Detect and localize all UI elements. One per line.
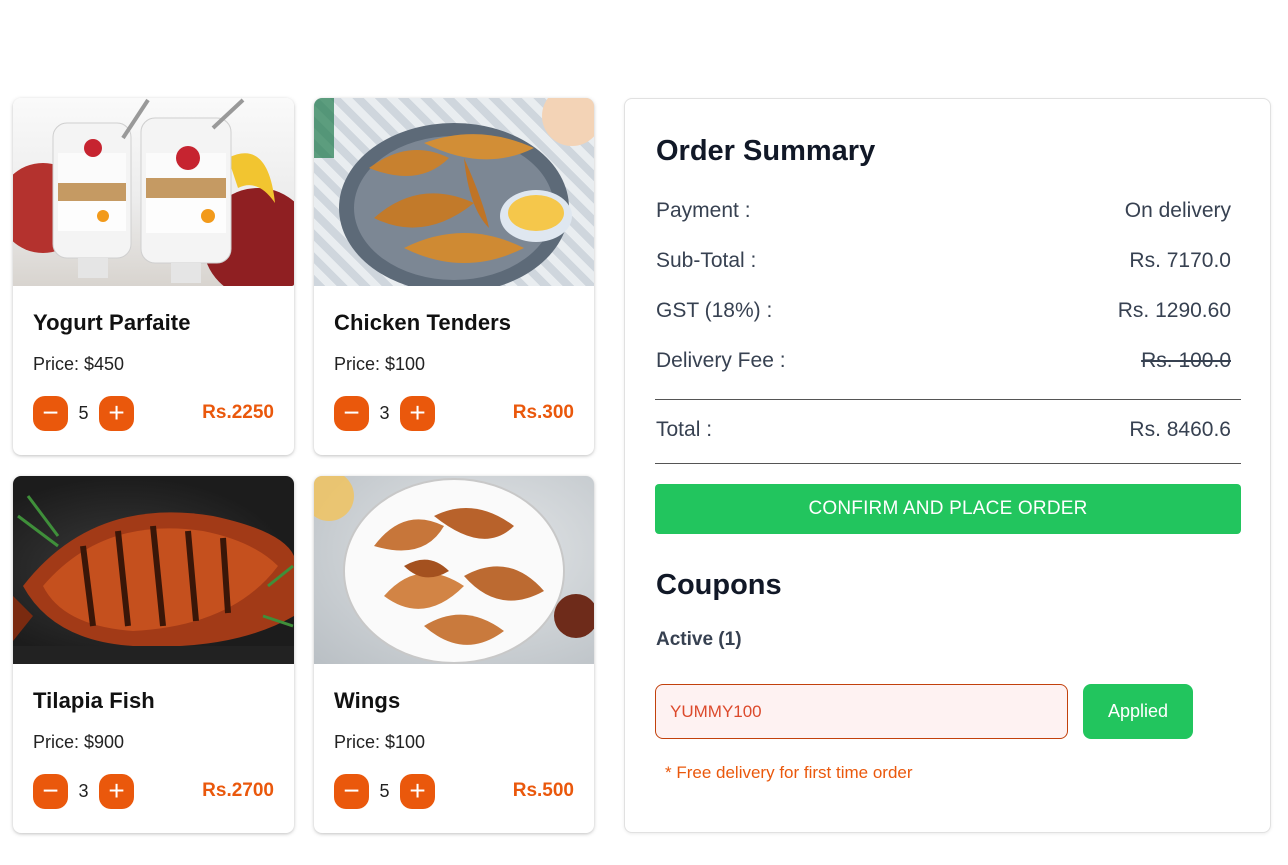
- increase-quantity-button[interactable]: +: [99, 773, 134, 809]
- gst-row: GST (18%) : Rs. 1290.60: [656, 299, 1231, 323]
- item-line-total: Rs.300: [512, 402, 574, 423]
- coupons-title: Coupons: [656, 569, 782, 601]
- quantity-stepper: − 3 + Rs.2700: [33, 773, 274, 809]
- cart-item-card: Tilapia Fish Price: $900 − 3 + Rs.2700: [13, 476, 294, 833]
- quantity-stepper: − 5 + Rs.2250: [33, 395, 274, 431]
- item-price: Price: $100: [334, 732, 426, 752]
- item-name: Wings: [334, 688, 401, 713]
- wings-image: [314, 476, 594, 664]
- increase-quantity-button[interactable]: +: [400, 773, 435, 809]
- increase-quantity-button[interactable]: +: [400, 395, 435, 431]
- quantity-value: 5: [379, 780, 390, 801]
- item-name: Tilapia Fish: [33, 688, 155, 713]
- apply-coupon-button[interactable]: Applied: [1083, 684, 1193, 739]
- quantity-value: 3: [379, 402, 390, 423]
- item-line-total: Rs.2700: [202, 780, 274, 801]
- cart-item-card: Wings Price: $100 − 5 + Rs.500: [314, 476, 594, 833]
- decrease-quantity-button[interactable]: −: [334, 395, 369, 431]
- yogurt-parfait-image: [13, 98, 294, 286]
- increase-quantity-button[interactable]: +: [99, 395, 134, 431]
- order-summary-panel: Order Summary Payment : On delivery Sub-…: [624, 98, 1271, 833]
- subtotal-value: Rs. 7170.0: [1129, 249, 1231, 272]
- decrease-quantity-button[interactable]: −: [33, 773, 68, 809]
- coupon-note: * Free delivery for first time order: [665, 763, 913, 782]
- divider: [655, 399, 1241, 400]
- tilapia-fish-image: [13, 476, 294, 664]
- active-coupons-label: Active (1): [656, 629, 742, 650]
- decrease-quantity-button[interactable]: −: [334, 773, 369, 809]
- coupon-code-input[interactable]: [655, 684, 1068, 739]
- item-name: Chicken Tenders: [334, 310, 512, 335]
- delivery-fee-label: Delivery Fee :: [656, 349, 786, 372]
- delivery-fee-row: Delivery Fee : Rs. 100.0: [656, 349, 1231, 373]
- chicken-tenders-image: [314, 98, 594, 286]
- order-summary-title: Order Summary: [656, 135, 876, 167]
- item-line-total: Rs.500: [512, 780, 574, 801]
- quantity-value: 5: [78, 402, 89, 423]
- gst-label: GST (18%) :: [656, 299, 773, 322]
- confirm-order-button[interactable]: CONFIRM AND PLACE ORDER: [655, 484, 1241, 534]
- cart-item-card: Chicken Tenders Price: $100 − 3 + Rs.300: [314, 98, 594, 455]
- subtotal-label: Sub-Total :: [656, 249, 757, 272]
- gst-value: Rs. 1290.60: [1117, 299, 1231, 322]
- subtotal-row: Sub-Total : Rs. 7170.0: [656, 249, 1231, 273]
- item-price: Price: $900: [33, 732, 125, 752]
- quantity-value: 3: [78, 780, 89, 801]
- item-name: Yogurt Parfaite: [33, 310, 191, 335]
- quantity-stepper: − 5 + Rs.500: [334, 773, 574, 809]
- total-value: Rs. 8460.6: [1129, 418, 1231, 441]
- payment-row: Payment : On delivery: [656, 199, 1231, 223]
- payment-value: On delivery: [1124, 199, 1231, 222]
- divider: [655, 463, 1241, 464]
- total-row: Total : Rs. 8460.6: [656, 418, 1231, 442]
- delivery-fee-value: Rs. 100.0: [1141, 349, 1231, 372]
- item-line-total: Rs.2250: [202, 402, 274, 423]
- total-label: Total :: [656, 418, 713, 441]
- decrease-quantity-button[interactable]: −: [33, 395, 68, 431]
- quantity-stepper: − 3 + Rs.300: [334, 395, 574, 431]
- item-price: Price: $100: [334, 354, 426, 374]
- payment-label: Payment :: [656, 199, 751, 222]
- item-price: Price: $450: [33, 354, 125, 374]
- cart-item-card: Yogurt Parfaite Price: $450 − 5 + Rs.225…: [13, 98, 294, 455]
